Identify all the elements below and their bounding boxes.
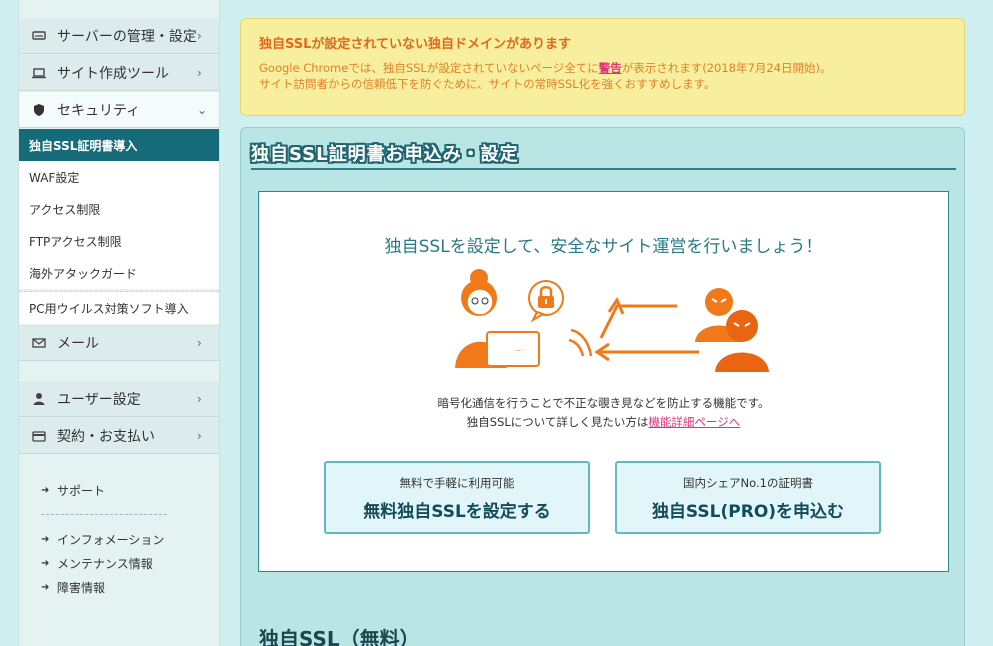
chevron-right-icon: › bbox=[197, 28, 202, 43]
sidebar-item-label: メール bbox=[57, 335, 99, 352]
divider bbox=[41, 514, 167, 515]
sidebar-item-label: サーバーの管理・設定 bbox=[57, 28, 197, 45]
chevron-right-icon: › bbox=[197, 65, 202, 80]
chevron-right-icon: › bbox=[197, 391, 202, 406]
sidebar-subitem-antivirus[interactable]: PC用ウイルス対策ソフト導入 bbox=[19, 292, 219, 324]
lock-icon bbox=[528, 280, 564, 323]
pro-ssl-button[interactable]: 国内シェアNo.1の証明書 独自SSL(PRO)を申込む bbox=[615, 461, 881, 534]
ssl-illustration: — · bbox=[455, 269, 769, 372]
woman-icon: — · bbox=[455, 269, 540, 368]
sidebar-item-security[interactable]: セキュリティ ⌄ bbox=[19, 92, 219, 128]
ssl-panel: 独自SSL証明書お申込み・設定 独自SSLを設定して、安全なサイト運営を行いまし… bbox=[240, 127, 965, 646]
ssl-warning-alert: 独自SSLが設定されていない独自ドメインがあります Google Chromeで… bbox=[240, 18, 965, 116]
sidebar-item-site-tools[interactable]: サイト作成ツール › bbox=[19, 55, 219, 91]
sidebar-subitem-ssl[interactable]: 独自SSL証明書導入 bbox=[19, 129, 219, 161]
support-link[interactable]: ➜ サポート bbox=[41, 482, 105, 499]
laptop-icon bbox=[31, 65, 47, 81]
information-link[interactable]: ➜ インフォメーション bbox=[41, 531, 164, 548]
sidebar-subitem-ftp-restriction[interactable]: FTPアクセス制限 bbox=[19, 225, 219, 257]
support-label: サポート bbox=[57, 484, 106, 498]
free-ssl-button[interactable]: 無料で手軽に利用可能 無料独自SSLを設定する bbox=[324, 461, 590, 534]
svg-text:— ·: — · bbox=[515, 347, 525, 354]
arrow-icon bbox=[594, 296, 699, 362]
cta-label: 無料独自SSLを設定する bbox=[363, 502, 551, 522]
card-description: 暗号化通信を行うことで不正な覗き見などを防止する機能です。 bbox=[437, 396, 770, 410]
sidebar-item-server[interactable]: サーバーの管理・設定 › bbox=[19, 18, 219, 54]
arrow-right-icon: ➜ bbox=[41, 534, 50, 545]
card-heading: 独自SSLを設定して、安全なサイト運営を行いましょう！ bbox=[384, 237, 823, 257]
chevron-right-icon: › bbox=[197, 428, 202, 443]
user-icon bbox=[31, 391, 47, 407]
alert-line1-text: Google Chromeでは、独自SSLが設定されていないページ全てに bbox=[259, 61, 599, 75]
chevron-right-icon: › bbox=[197, 335, 202, 350]
sidebar-item-mail[interactable]: メール › bbox=[19, 325, 219, 361]
sidebar-item-label: サイト作成ツール bbox=[57, 65, 169, 82]
shield-icon bbox=[31, 102, 47, 118]
cta-subtext: 国内シェアNo.1の証明書 bbox=[683, 476, 813, 490]
section-title: 独自SSL（無料） bbox=[259, 627, 420, 646]
sidebar-item-user-settings[interactable]: ユーザー設定 › bbox=[19, 381, 219, 417]
alert-text: Google Chromeでは、独自SSLが設定されていないページ全てに警告が表… bbox=[259, 60, 946, 92]
cta-label: 独自SSL(PRO)を申込む bbox=[651, 502, 845, 522]
server-icon bbox=[31, 28, 47, 44]
sidebar-item-label: ユーザー設定 bbox=[57, 391, 141, 408]
sidebar-item-contract-payment[interactable]: 契約・お支払い › bbox=[19, 418, 219, 454]
panel-title: 独自SSL証明書お申込み・設定 bbox=[251, 136, 956, 170]
cta-subtext: 無料で手軽に利用可能 bbox=[399, 476, 515, 490]
sidebar-subitem-attack-guard[interactable]: 海外アタックガード bbox=[19, 257, 219, 289]
arrow-right-icon: ➜ bbox=[41, 485, 50, 496]
failure-info-link[interactable]: ➜ 障害情報 bbox=[41, 579, 105, 596]
maintenance-link[interactable]: ➜ メンテナンス情報 bbox=[41, 555, 153, 572]
mail-icon bbox=[31, 335, 47, 351]
ssl-intro-card: 独自SSLを設定して、安全なサイト運営を行いましょう！ — · 暗号化通信を行う… bbox=[258, 191, 949, 572]
detail-prefix-text: 独自SSLについて詳しく見たい方は bbox=[466, 415, 649, 429]
chevron-down-icon: ⌄ bbox=[197, 102, 208, 117]
arrow-right-icon: ➜ bbox=[41, 558, 50, 569]
sidebar-subitem-access-restriction[interactable]: アクセス制限 bbox=[19, 193, 219, 225]
sidebar-item-label: 契約・お支払い bbox=[57, 428, 155, 445]
signal-icon bbox=[568, 328, 593, 357]
link-label: 障害情報 bbox=[57, 581, 106, 595]
card-description-link-line: 独自SSLについて詳しく見たい方は機能詳細ページへ bbox=[259, 414, 948, 430]
warning-link[interactable]: 警告 bbox=[599, 61, 622, 75]
alert-title: 独自SSLが設定されていない独自ドメインがあります bbox=[259, 37, 572, 52]
sidebar-subitem-waf[interactable]: WAF設定 bbox=[19, 161, 219, 193]
link-label: メンテナンス情報 bbox=[57, 557, 153, 571]
sidebar: サーバーの管理・設定 › サイト作成ツール › セキュリティ ⌄ 独自SSL証明… bbox=[18, 0, 220, 646]
arrow-right-icon: ➜ bbox=[41, 582, 50, 593]
feature-detail-link[interactable]: 機能詳細ページへ bbox=[648, 415, 740, 429]
hacker-icon bbox=[695, 288, 769, 372]
alert-line2-text: サイト訪問者からの信頼低下を防ぐために、サイトの常時SSL化を強くおすすめします… bbox=[259, 77, 716, 91]
alert-line1-suffix: が表示されます(2018年7月24日開始)。 bbox=[621, 61, 832, 75]
link-label: インフォメーション bbox=[57, 533, 165, 547]
sidebar-item-label: セキュリティ bbox=[57, 102, 141, 119]
card-icon bbox=[31, 428, 47, 444]
